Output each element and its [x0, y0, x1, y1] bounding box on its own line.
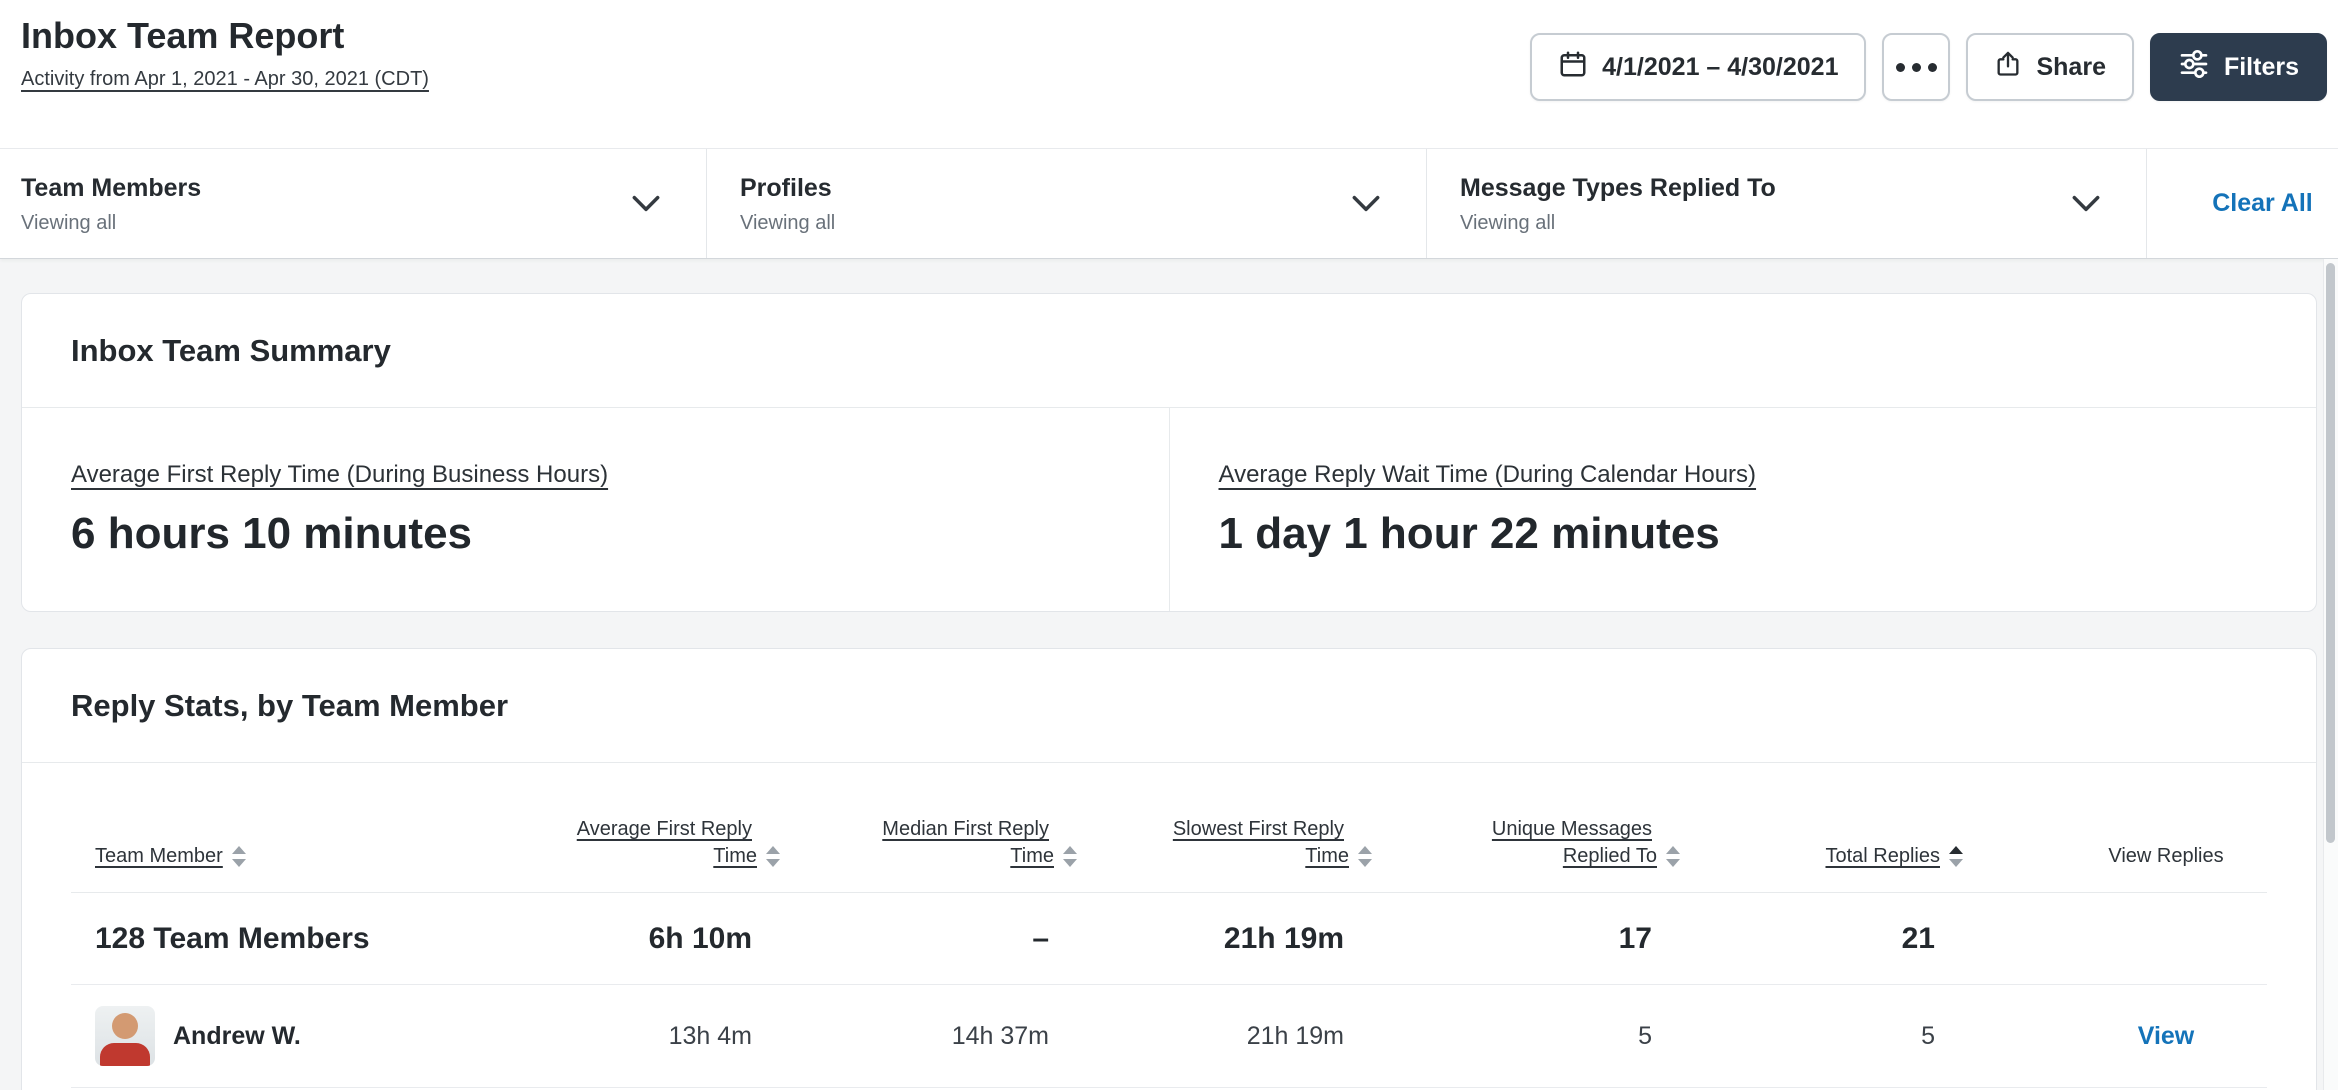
column-header-avg-first-reply-time[interactable]: Average First Reply Time — [561, 816, 780, 870]
toolbar-actions: 4/1/2021 – 4/30/2021 Share Filters — [1530, 33, 2327, 101]
filter-label: Team Members — [21, 174, 202, 202]
main-content: Inbox Team Summary Average First Reply T… — [0, 259, 2338, 1090]
filter-value: Viewing all — [740, 212, 836, 234]
title-block: Inbox Team Report Activity from Apr 1, 2… — [21, 14, 429, 92]
page-title: Inbox Team Report — [21, 15, 345, 56]
clear-all-container: Clear All — [2147, 149, 2338, 258]
filters-label: Filters — [2223, 52, 2299, 81]
table-header-row: Team Member Average First Reply Time Med… — [71, 763, 2267, 893]
filter-value: Viewing all — [21, 212, 117, 234]
column-header-view-replies: View Replies — [2108, 845, 2224, 867]
metric-value: 6 hours 10 minutes — [71, 509, 473, 558]
metric-avg-first-reply-time: Average First Reply Time (During Busines… — [22, 408, 1169, 611]
filter-team-members[interactable]: Team Members Viewing all — [0, 149, 707, 258]
chevron-down-icon — [1352, 195, 1380, 212]
share-label: Share — [2036, 52, 2106, 81]
table-row-andrew-w: Andrew W. 13h 4m 14h 37m 21h 19m 5 5 Vie… — [71, 985, 2267, 1088]
summary-card-title: Inbox Team Summary — [71, 332, 391, 368]
cell-team-member: 128 Team Members — [95, 921, 370, 955]
chevron-down-icon — [2072, 195, 2100, 212]
filters-button[interactable]: Filters — [2149, 33, 2327, 101]
calendar-icon — [1558, 49, 1588, 86]
table-summary-row: 128 Team Members 6h 10m – 21h 19m 17 21 — [71, 893, 2267, 985]
cell-avg-first-reply-time: 6h 10m — [648, 921, 752, 955]
share-icon — [1994, 50, 2022, 85]
sliders-icon — [2178, 48, 2210, 87]
metric-label: Average First Reply Time (During Busines… — [71, 461, 609, 488]
page-subtitle: Activity from Apr 1, 2021 - Apr 30, 2021… — [21, 68, 429, 90]
column-header-unique-messages-replied-to[interactable]: Unique Messages Replied To — [1344, 816, 1680, 870]
cell-unique-messages-replied-to: 17 — [1618, 921, 1652, 955]
filter-label: Profiles — [740, 174, 832, 202]
reply-stats-table: Team Member Average First Reply Time Med… — [71, 763, 2267, 1090]
cell-slowest-first-reply-time: 21h 19m — [1223, 921, 1344, 955]
cell-total-replies: 5 — [1921, 1021, 1935, 1050]
filter-message-types[interactable]: Message Types Replied To Viewing all — [1427, 149, 2147, 258]
filter-profiles[interactable]: Profiles Viewing all — [707, 149, 1427, 258]
column-header-median-first-reply-time[interactable]: Median First Reply Time — [752, 816, 1077, 870]
cell-unique-messages-replied-to: 5 — [1638, 1021, 1652, 1050]
reply-stats-card: Reply Stats, by Team Member Team Member … — [21, 648, 2317, 1090]
column-header-slowest-first-reply-time[interactable]: Slowest First Reply Time — [1049, 816, 1372, 870]
view-replies-link[interactable]: View — [2138, 1022, 2195, 1050]
cell-slowest-first-reply-time: 21h 19m — [1246, 1021, 1344, 1050]
cell-median-first-reply-time: 14h 37m — [951, 1021, 1049, 1050]
column-header-team-member[interactable]: Team Member — [71, 843, 561, 870]
team-member-name: Andrew W. — [173, 1021, 301, 1050]
sort-arrows-icon — [231, 846, 246, 867]
reply-stats-card-title: Reply Stats, by Team Member — [71, 687, 509, 723]
cell-avg-first-reply-time: 13h 4m — [668, 1021, 752, 1050]
cell-median-first-reply-time: – — [1032, 921, 1049, 955]
avatar — [95, 1006, 155, 1066]
inbox-team-summary-card: Inbox Team Summary Average First Reply T… — [21, 293, 2317, 612]
cell-total-replies: 21 — [1901, 921, 1935, 955]
metric-avg-reply-wait-time: Average Reply Wait Time (During Calendar… — [1168, 408, 2317, 611]
share-button[interactable]: Share — [1966, 33, 2134, 101]
more-options-button[interactable] — [1882, 33, 1951, 101]
top-bar: Inbox Team Report Activity from Apr 1, 2… — [0, 0, 2338, 148]
metric-label: Average Reply Wait Time (During Calendar… — [1218, 461, 1757, 488]
scrollbar-thumb[interactable] — [2326, 263, 2335, 843]
date-range-label: 4/1/2021 – 4/30/2021 — [1602, 52, 1839, 81]
column-header-total-replies[interactable]: Total Replies — [1652, 843, 1963, 870]
clear-all-link[interactable]: Clear All — [2212, 189, 2313, 218]
ellipsis-icon — [1895, 62, 1937, 72]
filter-value: Viewing all — [1460, 212, 1556, 234]
metric-value: 1 day 1 hour 22 minutes — [1218, 509, 1720, 558]
chevron-down-icon — [632, 195, 660, 212]
filter-bar: Team Members Viewing all Profiles Viewin… — [0, 148, 2338, 259]
date-range-button[interactable]: 4/1/2021 – 4/30/2021 — [1530, 33, 1867, 101]
filter-label: Message Types Replied To — [1460, 174, 1776, 202]
